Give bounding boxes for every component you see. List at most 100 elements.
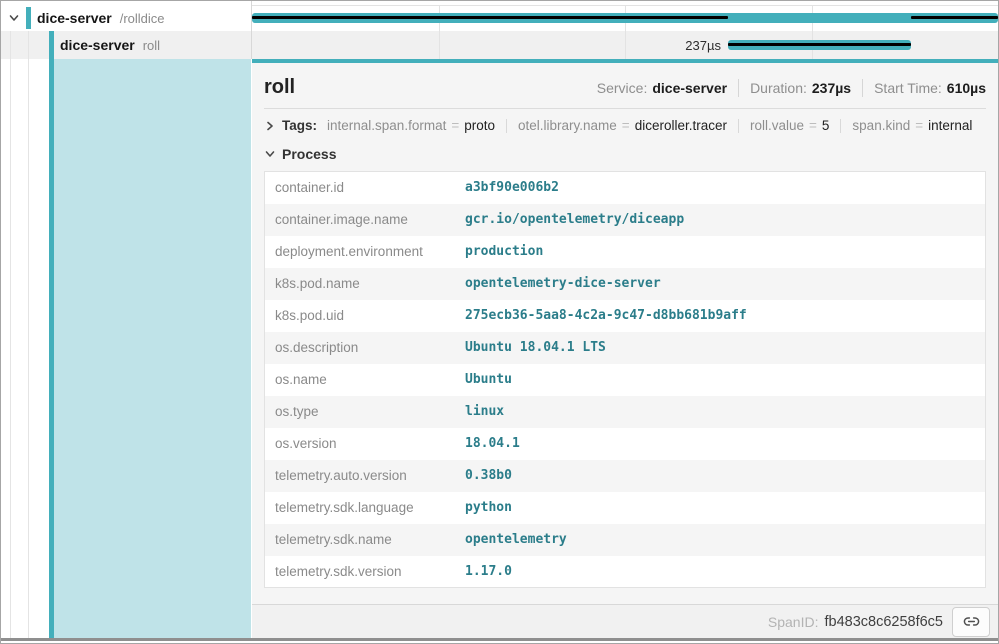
detail-row-bottom-border: [1, 638, 998, 641]
indent-guide-line: [10, 31, 11, 638]
table-row: os.version18.04.1: [265, 428, 986, 460]
process-key: k8s.pod.uid: [265, 300, 456, 332]
name-column-divider: [251, 1, 252, 59]
span-color-bar: [26, 7, 31, 29]
span-detail-header: roll Service:dice-server Duration: 237µs St…: [264, 63, 986, 109]
service-name: dice-server: [37, 10, 112, 26]
process-value: linux: [455, 396, 986, 428]
table-row: os.descriptionUbuntu 18.04.1 LTS: [265, 332, 986, 364]
detail-row-highlight: [54, 59, 251, 638]
span-detail-footer: SpanID: fb483c8c6258f6c5: [252, 604, 998, 638]
span-title: roll: [264, 76, 295, 99]
process-label: Process: [282, 146, 336, 162]
tag-equals: =: [451, 118, 459, 133]
meta-value: 610µs: [947, 80, 986, 96]
tags-items: internal.span.format=protootel.library.n…: [327, 118, 972, 133]
process-value: 275ecb36-5aa8-4c2a-9c47-d8bb681b9aff: [455, 300, 986, 332]
table-row: telemetry.sdk.languagepython: [265, 492, 986, 524]
span-meta: Service:dice-server Duration: 237µs Start T…: [597, 79, 986, 97]
tag-equals: =: [809, 118, 817, 133]
link-icon: [963, 613, 980, 630]
operation-name: /rolldice: [120, 11, 165, 26]
table-row: deployment.environmentproduction: [265, 236, 986, 268]
critical-path-segment: [911, 16, 998, 19]
table-row: k8s.pod.nameopentelemetry-dice-server: [265, 268, 986, 300]
table-row: telemetry.auto.version0.38b0: [265, 460, 986, 492]
process-value: a3bf90e006b2: [455, 172, 986, 204]
process-value: 18.04.1: [455, 428, 986, 460]
spanid-label: SpanID:: [768, 614, 819, 630]
process-value: opentelemetry-dice-server: [455, 268, 986, 300]
meta-divider: [738, 79, 739, 97]
tag-value: internal: [928, 118, 972, 133]
tag-value: proto: [464, 118, 495, 133]
table-row: os.nameUbuntu: [265, 364, 986, 396]
table-row: container.ida3bf90e006b2: [265, 172, 986, 204]
trace-span-rows: dice-server /rolldice dice-server roll 2…: [1, 1, 998, 59]
tag-equals: =: [622, 118, 630, 133]
process-key: k8s.pod.name: [265, 268, 456, 300]
span-detail-panel: roll Service:dice-server Duration: 237µs St…: [252, 59, 998, 638]
jaeger-trace-detail-window: dice-server /rolldice dice-server roll 2…: [0, 0, 999, 644]
span-timeline-cell[interactable]: [252, 5, 998, 31]
span-name-cell[interactable]: dice-server /rolldice: [1, 5, 251, 31]
process-table-body: container.ida3bf90e006b2container.image.…: [265, 172, 986, 588]
span-row-parent[interactable]: dice-server /rolldice: [1, 5, 998, 31]
table-row: container.image.namegcr.io/opentelemetry…: [265, 204, 986, 236]
tag-key: roll.value: [750, 118, 804, 133]
process-section-header[interactable]: Process: [264, 146, 986, 162]
process-key: telemetry.sdk.language: [265, 492, 456, 524]
meta-value: 237µs: [812, 80, 851, 96]
span-timeline-cell[interactable]: 237µs: [252, 31, 998, 59]
process-value: 1.17.0: [455, 556, 986, 588]
process-value: production: [455, 236, 986, 268]
process-key: os.type: [265, 396, 456, 428]
indent-guide-line: [28, 31, 29, 638]
table-row: os.typelinux: [265, 396, 986, 428]
process-key: os.version: [265, 428, 456, 460]
tag-key: otel.library.name: [518, 118, 617, 133]
process-value: 0.38b0: [455, 460, 986, 492]
tag-divider: [506, 119, 507, 133]
meta-label: Service:: [597, 80, 648, 96]
tag-value: diceroller.tracer: [635, 118, 727, 133]
span-row-child-selected[interactable]: dice-server roll 237µs: [1, 31, 998, 59]
deep-link-button[interactable]: [952, 607, 990, 637]
process-value: python: [455, 492, 986, 524]
tag-key: span.kind: [852, 118, 910, 133]
tags-summary-row[interactable]: Tags: internal.span.format=protootel.lib…: [264, 118, 986, 133]
collapse-children-button[interactable]: [7, 11, 21, 25]
process-value: gcr.io/opentelemetry/diceapp: [455, 204, 986, 236]
tags-label: Tags:: [282, 118, 317, 133]
tag-equals: =: [915, 118, 923, 133]
operation-name: roll: [143, 38, 160, 53]
meta-value: dice-server: [652, 80, 727, 96]
meta-label: Start Time:: [874, 80, 942, 96]
spanid-value: fb483c8c6258f6c5: [824, 614, 943, 630]
meta-label: Duration:: [750, 80, 807, 96]
process-key: container.id: [265, 172, 456, 204]
process-key-value-table: container.ida3bf90e006b2container.image.…: [264, 171, 986, 588]
table-row: telemetry.sdk.nameopentelemetry: [265, 524, 986, 556]
tag-divider: [840, 119, 841, 133]
meta-divider: [862, 79, 863, 97]
span-duration-label: 237µs: [685, 31, 728, 59]
process-value: opentelemetry: [455, 524, 986, 556]
process-key: container.image.name: [265, 204, 456, 236]
selected-span-color-bar: [49, 31, 54, 638]
process-key: telemetry.auto.version: [265, 460, 456, 492]
table-row: telemetry.sdk.version1.17.0: [265, 556, 986, 588]
process-key: deployment.environment: [265, 236, 456, 268]
service-name: dice-server: [60, 37, 135, 53]
span-name-cell[interactable]: dice-server roll: [1, 31, 251, 59]
process-key: telemetry.sdk.version: [265, 556, 456, 588]
chevron-right-icon: [264, 120, 276, 132]
chevron-down-icon: [8, 12, 20, 24]
process-key: os.description: [265, 332, 456, 364]
tag-value: 5: [822, 118, 830, 133]
process-value: Ubuntu: [455, 364, 986, 396]
process-key: telemetry.sdk.name: [265, 524, 456, 556]
table-row: k8s.pod.uid275ecb36-5aa8-4c2a-9c47-d8bb6…: [265, 300, 986, 332]
critical-path-segment: [728, 43, 912, 46]
process-key: os.name: [265, 364, 456, 396]
